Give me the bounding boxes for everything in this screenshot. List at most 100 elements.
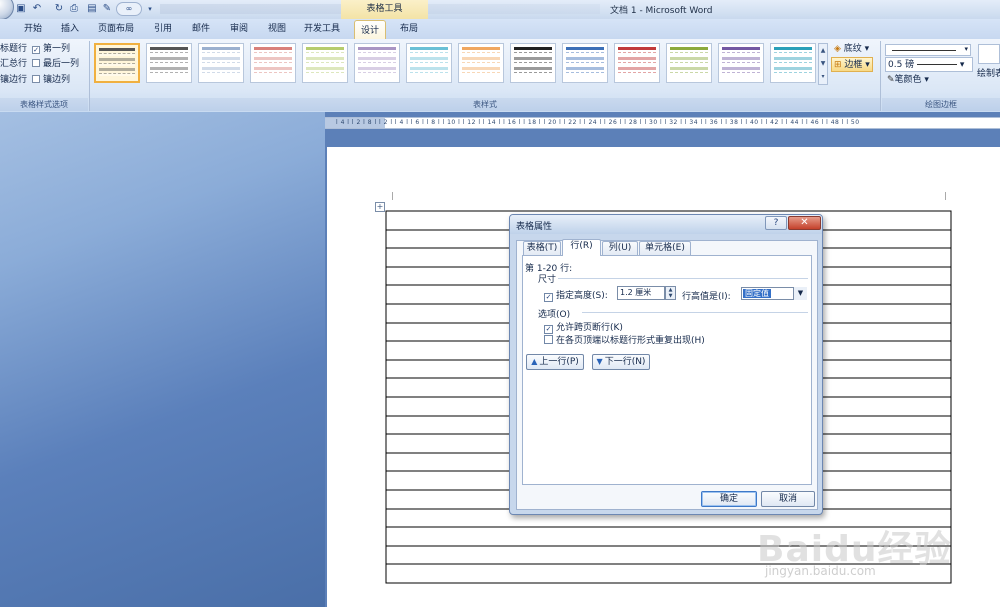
table-style-swatch[interactable] bbox=[250, 43, 296, 83]
tab-cell[interactable]: 单元格(E) bbox=[639, 241, 691, 255]
repeat-header-option[interactable]: 在各页顶端以标题行形式重复出现(H) bbox=[544, 333, 705, 346]
swatch-line bbox=[566, 72, 604, 75]
paint-bucket-icon: ◈ bbox=[834, 44, 841, 54]
table-style-swatch[interactable] bbox=[718, 43, 764, 83]
table-style-swatch[interactable] bbox=[302, 43, 348, 83]
banded-columns-option[interactable]: 镶边列 bbox=[32, 74, 70, 86]
tab-insert[interactable]: 插入 bbox=[57, 19, 83, 39]
last-column-option[interactable]: 最后一列 bbox=[32, 58, 79, 70]
tab-view[interactable]: 视图 bbox=[264, 19, 290, 39]
tab-column[interactable]: 列(U) bbox=[602, 241, 638, 255]
pen-color-label: 笔颜色 bbox=[894, 75, 922, 85]
table-style-swatch[interactable] bbox=[198, 43, 244, 83]
specify-height-option[interactable]: ✓ 指定高度(S): bbox=[544, 288, 608, 302]
edit-icon[interactable]: ✎ bbox=[100, 2, 114, 16]
table-style-swatch[interactable] bbox=[458, 43, 504, 83]
table-style-swatch[interactable] bbox=[614, 43, 660, 83]
quick-access-custom-button[interactable]: ∞ bbox=[116, 2, 142, 16]
tab-home[interactable]: 开始 bbox=[20, 19, 46, 39]
tab-row[interactable]: 行(R) bbox=[562, 239, 601, 256]
swatch-line bbox=[306, 52, 344, 55]
banded-columns-checkbox[interactable] bbox=[32, 75, 40, 83]
borders-button[interactable]: ⊞ 边框 ▾ bbox=[831, 57, 873, 72]
swatch-line bbox=[202, 47, 240, 50]
tab-page-layout[interactable]: 页面布局 bbox=[96, 19, 136, 39]
save-icon[interactable]: ▣ bbox=[14, 2, 28, 16]
height-input[interactable]: 1.2 厘米 bbox=[617, 286, 665, 300]
cancel-button[interactable]: 取消 bbox=[761, 491, 815, 507]
swatch-line bbox=[618, 47, 656, 50]
tab-mailings[interactable]: 邮件 bbox=[188, 19, 214, 39]
previous-row-button[interactable]: ▲ 上一行(P) bbox=[526, 354, 584, 370]
tab-developer[interactable]: 开发工具 bbox=[302, 19, 342, 39]
tab-table-layout[interactable]: 布局 bbox=[396, 19, 422, 39]
specify-height-checkbox[interactable]: ✓ bbox=[544, 293, 553, 302]
next-row-button[interactable]: ▼ 下一行(N) bbox=[592, 354, 650, 370]
swatch-line bbox=[462, 67, 500, 70]
help-button[interactable]: ? bbox=[765, 216, 787, 230]
swatch-line bbox=[150, 57, 188, 60]
gallery-scroll-buttons[interactable]: ▲ ▼ ▾ bbox=[818, 43, 828, 85]
shading-button[interactable]: ◈ 底纹 ▾ bbox=[832, 42, 871, 57]
tab-design[interactable]: 设计 bbox=[354, 20, 386, 39]
tab-review[interactable]: 审阅 bbox=[226, 19, 252, 39]
quick-access-more-icon[interactable]: ▾ bbox=[146, 2, 154, 16]
table-style-swatch[interactable] bbox=[562, 43, 608, 83]
table-move-handle[interactable]: + bbox=[375, 202, 385, 212]
swatch-line bbox=[150, 52, 188, 55]
repeat-header-checkbox[interactable] bbox=[544, 335, 553, 344]
print-preview-icon[interactable]: ⎙ bbox=[67, 2, 81, 16]
table-style-swatch[interactable] bbox=[406, 43, 452, 83]
swatch-line bbox=[722, 67, 760, 70]
swatch-line bbox=[514, 47, 552, 50]
table-style-swatch[interactable] bbox=[510, 43, 556, 83]
total-row-option[interactable]: 汇总行 bbox=[0, 58, 27, 70]
swatch-line bbox=[722, 72, 760, 75]
swatch-line bbox=[618, 57, 656, 60]
first-column-checkbox[interactable]: ✓ bbox=[32, 46, 40, 54]
swatch-line bbox=[670, 52, 708, 55]
first-column-label: 第一列 bbox=[43, 44, 71, 54]
shading-label: 底纹 bbox=[843, 44, 862, 54]
swatch-line bbox=[306, 72, 344, 75]
undo-icon[interactable]: ↶ bbox=[30, 2, 44, 16]
swatch-line bbox=[254, 47, 292, 50]
swatch-line bbox=[670, 47, 708, 50]
swatch-line bbox=[722, 52, 760, 55]
height-spinner[interactable]: ▲ ▼ bbox=[665, 286, 676, 300]
ok-button[interactable]: 确定 bbox=[701, 491, 757, 507]
row-height-is-label: 行高值是(I): bbox=[682, 292, 731, 302]
swatch-line bbox=[150, 72, 188, 75]
close-button[interactable]: ✕ bbox=[788, 216, 821, 230]
swatch-line bbox=[566, 67, 604, 70]
ruler-marks: l 4 l l 2 l 8 l l 2 l l 4 l l 6 l l 8 l … bbox=[336, 119, 860, 126]
table-style-swatch[interactable] bbox=[146, 43, 192, 83]
last-column-checkbox[interactable] bbox=[32, 59, 40, 67]
draw-table-button[interactable]: 绘制表 bbox=[975, 67, 1000, 82]
tab-references[interactable]: 引用 bbox=[150, 19, 176, 39]
pen-color-button[interactable]: ✎笔颜色 ▾ bbox=[885, 73, 931, 88]
redo-icon[interactable]: ↻ bbox=[52, 2, 66, 16]
allow-break-option[interactable]: ✓ 允许跨页断行(K) bbox=[544, 320, 623, 334]
line-style-dropdown[interactable]: ▾ bbox=[885, 44, 971, 56]
swatch-line bbox=[202, 67, 240, 70]
table-style-swatch[interactable] bbox=[666, 43, 712, 83]
swatch-line bbox=[358, 57, 396, 60]
tab-table[interactable]: 表格(T) bbox=[523, 241, 561, 255]
line-weight-label: 0.5 磅 bbox=[888, 60, 915, 70]
header-row-option[interactable]: 标题行 bbox=[0, 43, 27, 55]
table-style-swatch[interactable] bbox=[94, 43, 140, 83]
line-weight-dropdown[interactable]: 0.5 磅 ▾ bbox=[885, 57, 973, 72]
banded-rows-option[interactable]: 镶边行 bbox=[0, 74, 27, 86]
allow-break-label: 允许跨页断行(K) bbox=[556, 323, 623, 333]
chevron-down-icon[interactable]: ▼ bbox=[793, 287, 807, 300]
first-column-option[interactable]: ✓ 第一列 bbox=[32, 43, 70, 55]
new-document-icon[interactable]: ▤ bbox=[85, 2, 99, 16]
swatch-line bbox=[99, 58, 135, 61]
table-style-swatch[interactable] bbox=[354, 43, 400, 83]
swatch-line bbox=[514, 62, 552, 65]
table-style-swatch[interactable] bbox=[770, 43, 816, 83]
swatch-line bbox=[150, 67, 188, 70]
draw-table-icon[interactable] bbox=[978, 44, 1000, 64]
swatch-line bbox=[202, 52, 240, 55]
